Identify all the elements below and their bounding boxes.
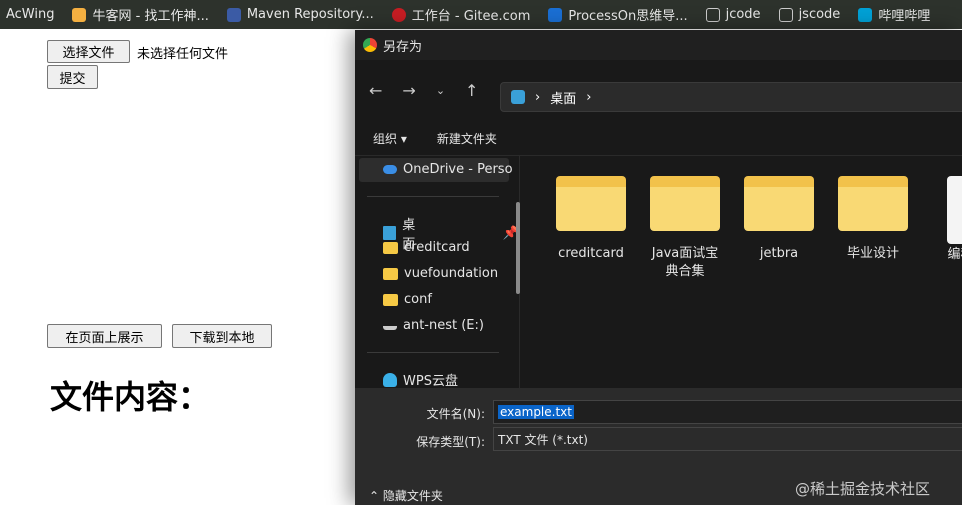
choose-file-button[interactable]: 选择文件 [47, 40, 130, 63]
folder-icon [556, 176, 626, 231]
hide-folders-toggle[interactable]: ⌃ 隐藏文件夹 [369, 487, 443, 504]
address-bar[interactable]: › 桌面 › [500, 82, 962, 112]
bookmark-label: AcWing [6, 7, 55, 22]
new-folder-button[interactable]: 新建文件夹 [437, 130, 497, 147]
sidebar-item-onedrive[interactable]: OneDrive - Perso [383, 162, 513, 177]
hide-folders-label: 隐藏文件夹 [382, 489, 443, 503]
filetype-value: TXT 文件 (*.txt) [498, 432, 588, 447]
file-grid: creditcard Java面试宝典合集 jetbra 毕业设计 编程式 [530, 156, 962, 388]
organize-button[interactable]: 组织 ▾ [373, 130, 407, 147]
bookmark-label: 工作台 - Gitee.com [411, 9, 531, 24]
toolbar: 组织 ▾ 新建文件夹 [355, 122, 962, 156]
desktop-icon [383, 226, 397, 240]
processon-icon [548, 7, 563, 22]
bookmark-label: 牛客网 - 找工作神... [92, 9, 209, 24]
folder-icon [744, 176, 814, 231]
sidebar-item-vuefoundation[interactable]: vuefoundation [383, 266, 498, 281]
bookmark[interactable]: 牛客网 - 找工作神... [72, 5, 209, 24]
folder-icon [778, 7, 793, 22]
sidebar-item-wps[interactable]: WPS云盘 [383, 370, 458, 389]
sidebar-item-drive-e[interactable]: ant-nest (E:) [383, 318, 484, 333]
page-heading: 文件内容： [50, 378, 211, 416]
folder-item[interactable]: jetbra [734, 176, 824, 263]
nowcoder-icon [72, 7, 87, 22]
bookmark-label: Maven Repository... [246, 7, 374, 22]
save-as-dialog: 另存为 ← → ⌄ ↑ › 桌面 › 组织 ▾ 新建文件夹 OneDrive - Perso… [355, 30, 962, 505]
bookmark[interactable]: 哔哩哔哩 [858, 5, 930, 24]
chrome-icon [363, 38, 377, 52]
folder-label: jetbra [759, 246, 799, 261]
cloud-icon [383, 372, 397, 387]
sidebar: OneDrive - Perso 桌面 📌 creditcard vuefound… [355, 156, 520, 389]
bookmark-label: jscode [798, 7, 841, 22]
sidebar-scrollbar[interactable] [516, 202, 520, 294]
up-icon[interactable]: ↑ [465, 81, 478, 100]
bilibili-icon [858, 7, 873, 22]
sidebar-item-creditcard[interactable]: creditcard [383, 240, 470, 255]
folder-icon [705, 7, 720, 22]
sidebar-label: OneDrive - Perso [403, 162, 513, 177]
bookmark[interactable]: jscode [778, 7, 841, 22]
folder-icon [838, 176, 908, 231]
bookmark-label: 哔哩哔哩 [878, 9, 931, 24]
chevron-up-icon: ⌃ [369, 489, 380, 503]
filename-value: example.txt [498, 405, 574, 419]
bookmark[interactable]: Maven Repository... [226, 7, 374, 22]
drive-icon [383, 322, 397, 330]
bookmarks-bar: AcWing 牛客网 - 找工作神... Maven Repository...… [0, 0, 962, 29]
desktop-icon [511, 90, 525, 104]
dialog-title: 另存为 [383, 39, 423, 55]
bookmark[interactable]: jcode [705, 7, 761, 22]
bookmark[interactable]: ProcessOn思维导... [548, 5, 688, 24]
folder-item[interactable]: 毕业设计 [828, 176, 918, 263]
file-item[interactable]: 编程式 [922, 176, 962, 264]
sidebar-label: vuefoundation [404, 266, 499, 281]
folder-icon [383, 241, 398, 254]
sidebar-label: conf [404, 292, 432, 307]
nav-bar: ← → ⌄ ↑ › 桌面 › [355, 60, 962, 120]
dialog-titlebar: 另存为 [355, 30, 962, 60]
bookmark[interactable]: AcWing [6, 7, 54, 22]
sidebar-label: creditcard [404, 240, 470, 255]
bookmark-label: ProcessOn思维导... [568, 9, 688, 24]
back-icon[interactable]: ← [369, 81, 382, 100]
sidebar-label: ant-nest (E:) [403, 318, 484, 333]
show-button[interactable]: 在页面上展示 [47, 324, 162, 348]
forward-icon[interactable]: → [402, 81, 415, 100]
sidebar-item-conf[interactable]: conf [383, 292, 432, 307]
filename-label: 文件名(N): [426, 407, 485, 421]
filename-input[interactable]: example.txt [493, 400, 962, 424]
path-segment[interactable]: 桌面 [550, 88, 576, 107]
download-button[interactable]: 下载到本地 [172, 324, 272, 348]
file-status: 未选择任何文件 [137, 47, 229, 62]
folder-label: Java面试宝典合集 [651, 246, 719, 279]
sidebar-label: WPS云盘 [403, 374, 458, 389]
gitee-icon [391, 7, 406, 22]
folder-icon [383, 267, 398, 280]
filetype-select[interactable]: TXT 文件 (*.txt) [493, 427, 962, 451]
folder-label: 毕业设计 [846, 246, 899, 261]
maven-icon [226, 7, 241, 22]
chevron-down-icon[interactable]: ⌄ [436, 84, 445, 97]
folder-label: creditcard [558, 246, 624, 261]
filetype-label: 保存类型(T): [416, 435, 485, 449]
cloud-icon [383, 165, 397, 174]
watermark: @稀土掘金技术社区 [795, 480, 931, 498]
folder-icon [383, 293, 398, 306]
document-icon [947, 176, 962, 244]
folder-item[interactable]: creditcard [546, 176, 636, 263]
file-label: 编程式 [947, 247, 962, 262]
bookmark-label: jcode [725, 7, 761, 22]
submit-button[interactable]: 提交 [47, 65, 98, 89]
folder-icon [650, 176, 720, 231]
bookmark[interactable]: 工作台 - Gitee.com [391, 5, 531, 24]
folder-item[interactable]: Java面试宝典合集 [640, 176, 730, 281]
